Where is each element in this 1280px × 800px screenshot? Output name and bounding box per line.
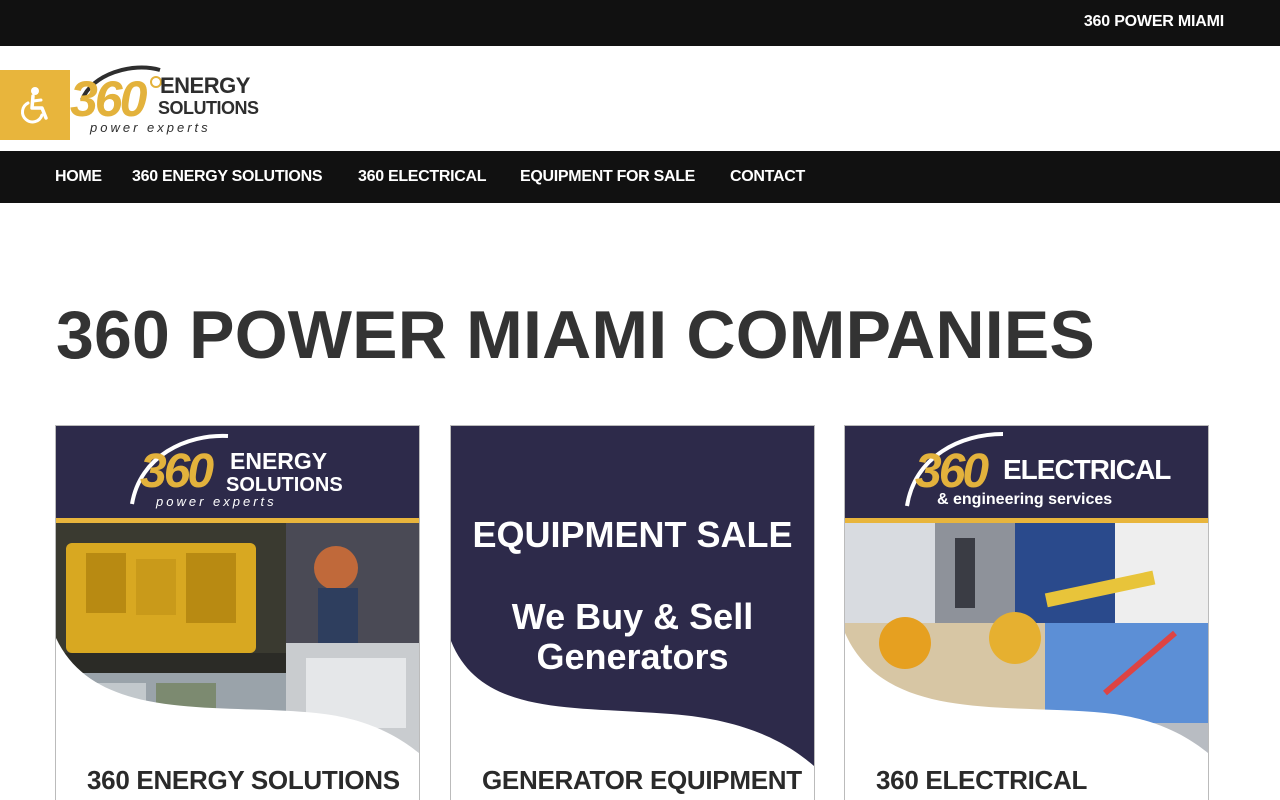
header: 360 ENERGY SOLUTIONS power experts (0, 46, 1280, 151)
banner-tagline: power experts (156, 494, 277, 509)
nav-contact[interactable]: CONTACT (730, 168, 805, 186)
card-banner: 360 ENERGY SOLUTIONS power experts (56, 426, 419, 518)
main-nav: HOME 360 ENERGY SOLUTIONS 360 ELECTRICAL… (0, 151, 1280, 203)
nav-equipment-for-sale[interactable]: EQUIPMENT FOR SALE (520, 168, 695, 186)
site-name-link[interactable]: 360 POWER MIAMI (1084, 13, 1224, 31)
logo-line1: ENERGY (160, 73, 250, 98)
equipment-sale-sub1: We Buy & Sell (511, 596, 754, 637)
card-title[interactable]: 360 ELECTRICAL (876, 765, 1196, 795)
banner-line1: ELECTRICAL (1003, 454, 1171, 485)
equipment-sale-headline: EQUIPMENT SALE (472, 514, 793, 555)
card-equipment-sale[interactable]: EQUIPMENT SALE We Buy & Sell Generators … (450, 425, 815, 800)
logo-tagline: power experts (90, 120, 211, 135)
card-title[interactable]: GENERATOR EQUIPMENT (482, 765, 802, 795)
wheelchair-icon (20, 87, 48, 124)
generator-photo (56, 523, 419, 768)
site-logo[interactable]: 360 ENERGY SOLUTIONS power experts (62, 56, 272, 140)
nav-home[interactable]: HOME (55, 168, 102, 186)
card-energy-solutions[interactable]: 360 ENERGY SOLUTIONS power experts 360 E… (55, 425, 420, 800)
card-banner: 360 ELECTRICAL & engineering services (845, 426, 1208, 518)
electrical-photo (845, 523, 1208, 768)
card-title[interactable]: 360 ENERGY SOLUTIONS (87, 765, 407, 795)
nav-360-electrical[interactable]: 360 ELECTRICAL (358, 168, 487, 186)
banner-line1: ENERGY (230, 448, 328, 474)
nav-360-energy-solutions[interactable]: 360 ENERGY SOLUTIONS (132, 168, 323, 186)
page-title: 360 POWER MIAMI COMPANIES (56, 297, 1095, 373)
banner-number: 360 (140, 445, 214, 498)
logo-line2: SOLUTIONS (158, 98, 259, 118)
top-bar: 360 POWER MIAMI (0, 0, 1280, 46)
card-electrical[interactable]: 360 ELECTRICAL & engineering services 36… (844, 425, 1209, 800)
accessibility-button[interactable] (0, 70, 70, 140)
equipment-sale-sub2: Generators (536, 636, 729, 677)
banner-tagline: & engineering services (937, 491, 1113, 508)
